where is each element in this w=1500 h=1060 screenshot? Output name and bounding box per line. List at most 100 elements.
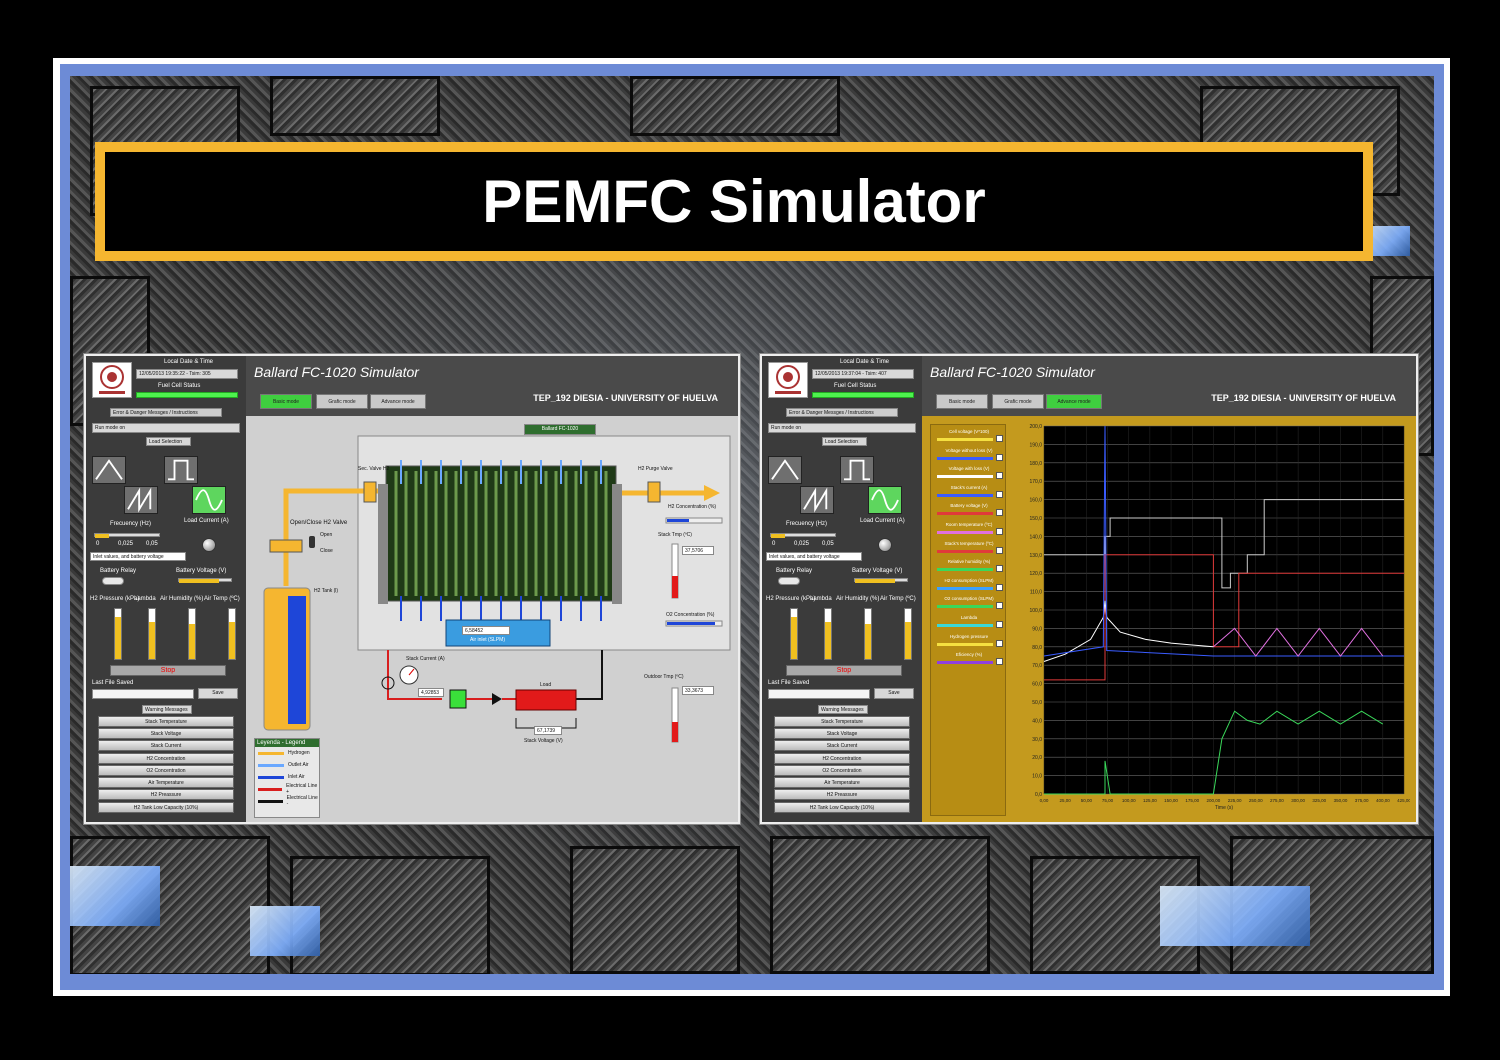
h2-pressure-gauge[interactable]: [114, 608, 122, 660]
warning-air-temperature-2: Air Temperature: [774, 777, 910, 788]
advance-mode-button[interactable]: Advance mode: [370, 394, 426, 409]
load-selection-label-2: Load Selection: [822, 437, 867, 446]
series-color-bar: [937, 512, 993, 516]
load-current-knob[interactable]: [202, 538, 216, 552]
sawtooth-wave-button[interactable]: [124, 486, 158, 514]
series-label: Eficiency (%): [955, 652, 983, 658]
legend-label: Outlet Air: [288, 762, 309, 768]
air-humidity-gauge-2[interactable]: [864, 608, 872, 660]
series-label: Battery voltage (V): [950, 503, 988, 509]
series-checkbox[interactable]: [996, 639, 1003, 647]
y-tick-label: 180,0: [1029, 461, 1042, 467]
load-label: Load: [540, 682, 552, 688]
basic-mode-button-2[interactable]: Basic mode: [936, 394, 988, 409]
series-label: Cell voltage (V*100): [948, 429, 990, 434]
series-checkbox[interactable]: [996, 528, 1003, 535]
lambda-gauge-2[interactable]: [824, 608, 832, 660]
series-toggle[interactable]: Cell voltage (V*100): [933, 429, 1005, 445]
series-checkbox[interactable]: [996, 658, 1003, 666]
series-checkbox[interactable]: [996, 490, 1003, 498]
y-tick-label: 40,0: [1032, 718, 1042, 724]
series-checkbox[interactable]: [996, 621, 1003, 628]
y-tick-label: 160,0: [1029, 498, 1042, 504]
series-checkbox[interactable]: [996, 453, 1003, 461]
series-toggle[interactable]: Stack's temperature (ºC): [933, 541, 1005, 557]
fuel-cell-diagram: [263, 435, 731, 743]
series-toggle[interactable]: O2 consumption (SLPM): [933, 596, 1005, 612]
series-selector: Cell voltage (V*100) Voltage without loss…: [930, 424, 1006, 816]
air-humidity-gauge[interactable]: [188, 608, 196, 660]
error-messages-label-2: Error & Danger Messges / Instructions: [786, 408, 898, 417]
advance-mode-button-2[interactable]: Advance mode: [1046, 394, 1102, 409]
h2-pressure-gauge-2[interactable]: [790, 608, 798, 660]
legend-items: Hydrogen Outlet Air Inlet Air Electrical Li…: [255, 747, 319, 807]
lambda-label: Lambda: [134, 596, 156, 602]
series-toggle[interactable]: Lambda: [933, 615, 1005, 631]
sine-wave-button-2[interactable]: [868, 486, 902, 514]
x-tick-label: 0,00: [1040, 798, 1049, 803]
save-button-2[interactable]: Save: [874, 688, 914, 699]
series-toggle[interactable]: Voltage with loss (V): [933, 466, 1005, 482]
stop-button[interactable]: Stop: [110, 665, 226, 676]
battery-relay-label: Battery Relay: [100, 568, 137, 574]
legend-item: Electrical Line +: [255, 783, 319, 795]
university-logo: [92, 362, 132, 398]
air-temp-label: Air Temp (ºC): [204, 596, 240, 602]
square-wave-button[interactable]: [164, 456, 198, 484]
battery-relay-toggle-2[interactable]: [778, 577, 800, 585]
series-label: Relative humidity (%): [947, 559, 991, 565]
series-color-bar: [937, 642, 993, 646]
triangle-wave-button-2[interactable]: [768, 456, 802, 484]
freq-tick-2: 0,05: [146, 541, 158, 547]
y-tick-label: 50,0: [1032, 700, 1042, 706]
legend-item: Electrical Line -: [255, 795, 319, 807]
series-label: Room temperature (ºC): [945, 522, 993, 527]
series-checkbox[interactable]: [996, 602, 1003, 610]
square-wave-button-2[interactable]: [840, 456, 874, 484]
last-file-input[interactable]: [92, 689, 194, 699]
series-toggle[interactable]: Relative humidity (%): [933, 559, 1005, 575]
x-tick-label: 300,00: [1291, 798, 1305, 803]
series-checkbox[interactable]: [996, 583, 1003, 591]
stop-button-2[interactable]: Stop: [786, 665, 902, 676]
h2-valve-switch[interactable]: [309, 536, 315, 548]
last-file-input-2[interactable]: [768, 689, 870, 699]
load-current-knob-2[interactable]: [878, 538, 892, 552]
series-toggle[interactable]: H2 consumption (SLPM): [933, 578, 1005, 594]
legend-label: Electrical Line +: [286, 783, 318, 795]
y-tick-label: 150,0: [1029, 516, 1042, 522]
warning-stack-current: Stack Current: [98, 740, 234, 751]
series-toggle[interactable]: Stack's current (A): [933, 485, 1005, 501]
series-checkbox[interactable]: [996, 565, 1003, 573]
air-temp-gauge-2[interactable]: [904, 608, 912, 660]
lambda-gauge[interactable]: [148, 608, 156, 660]
error-message-display: Run mode on: [92, 423, 240, 433]
warning-h2-tank-low-2: H2 Tank Low Capacity (10%): [774, 802, 910, 813]
air-temp-gauge[interactable]: [228, 608, 236, 660]
warning-air-temperature: Air Temperature: [98, 777, 234, 788]
series-toggle[interactable]: Eficiency (%): [933, 652, 1005, 668]
grafic-mode-button[interactable]: Grafic mode: [316, 394, 368, 409]
series-checkbox[interactable]: [996, 546, 1003, 554]
series-label: Hydrogen pressure: [949, 633, 989, 639]
battery-relay-toggle[interactable]: [102, 577, 124, 585]
error-messages-label: Error & Danger Messges / Instructions: [110, 408, 222, 417]
frequency-slider-fill: [95, 534, 109, 538]
warning-h2-tank-low: H2 Tank Low Capacity (10%): [98, 802, 234, 813]
series-checkbox[interactable]: [996, 435, 1003, 442]
save-button[interactable]: Save: [198, 688, 238, 699]
open-label: Open: [320, 532, 333, 538]
sine-wave-button[interactable]: [192, 486, 226, 514]
grafic-mode-button-2[interactable]: Grafic mode: [992, 394, 1044, 409]
series-toggle[interactable]: Room temperature (ºC): [933, 522, 1005, 538]
series-toggle[interactable]: Voltage without loss (V): [933, 448, 1005, 464]
sawtooth-wave-button-2[interactable]: [800, 486, 834, 514]
series-checkbox[interactable]: [996, 509, 1003, 517]
app-title-2: Ballard FC-1020 Simulator: [930, 364, 1095, 380]
series-toggle[interactable]: Battery voltage (V): [933, 503, 1005, 519]
series-toggle[interactable]: Hydrogen pressure: [933, 634, 1005, 650]
triangle-wave-button[interactable]: [92, 456, 126, 484]
series-checkbox[interactable]: [996, 472, 1003, 480]
basic-mode-button[interactable]: Basic mode: [260, 394, 312, 409]
university-label: TEP_192 DIESIA - UNIVERSITY OF HUELVA: [533, 393, 718, 403]
